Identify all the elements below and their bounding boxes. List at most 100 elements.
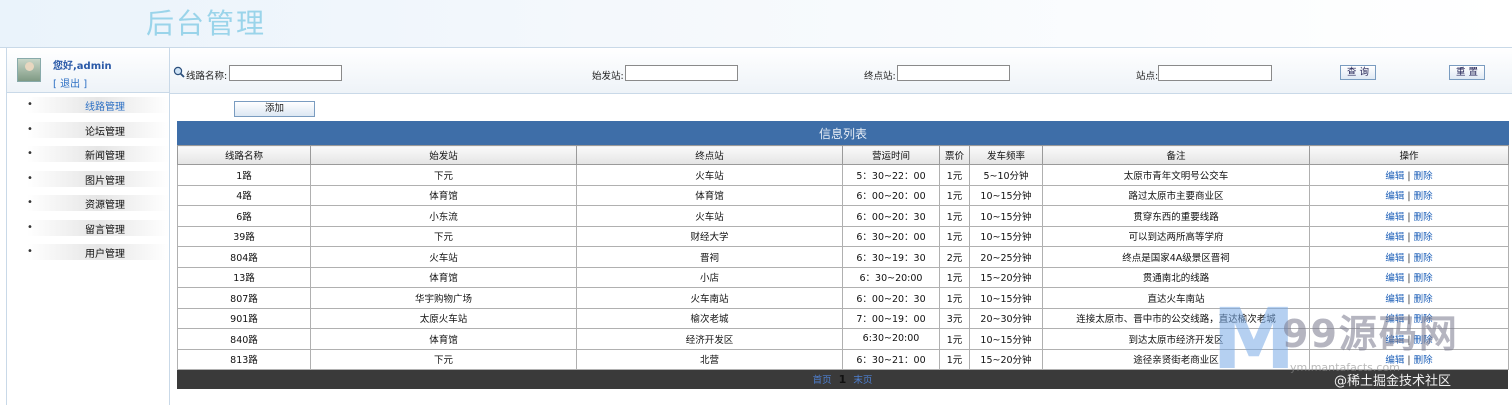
- table-cell: 榆次老城: [576, 307, 843, 329]
- edit-link[interactable]: 编辑: [1385, 232, 1404, 243]
- edit-link[interactable]: 编辑: [1385, 191, 1404, 202]
- column-header: 发车频率: [969, 145, 1043, 165]
- delete-link[interactable]: 删除: [1414, 212, 1433, 223]
- main-content: 线路名称: 始发站: 终点站: 站点: 查 询 重 置 添加 信息列表 线路名称…: [170, 48, 1512, 405]
- route-name-label: 线路名称:: [186, 71, 228, 82]
- table-row: 6路 小东流 火车站 6：00~20：30 1元 10~15分钟 贯穿东西的重要线路 编辑 | 删…: [177, 205, 1509, 227]
- edit-link[interactable]: 编辑: [1385, 273, 1404, 284]
- table-cell: 火车站: [576, 205, 843, 227]
- delete-link[interactable]: 删除: [1414, 355, 1433, 366]
- table-cell: 4路: [177, 184, 311, 206]
- logout-link[interactable]: [ 退出 ]: [53, 75, 87, 90]
- table-cell: 6：00~20：30: [842, 205, 940, 227]
- last-page-link[interactable]: 末页: [853, 375, 872, 386]
- sidebar-item[interactable]: • 图片管理: [7, 167, 169, 191]
- delete-link[interactable]: 删除: [1414, 294, 1433, 305]
- table-cell: 贯穿东西的重要线路: [1042, 205, 1310, 227]
- add-button[interactable]: 添加: [234, 101, 315, 117]
- edit-link[interactable]: 编辑: [1385, 212, 1404, 223]
- sidebar-item[interactable]: • 新闻管理: [7, 142, 169, 167]
- table-cell: 7：00~19：00: [842, 307, 940, 329]
- table-cell: 下元: [310, 348, 577, 370]
- actions-cell: 编辑 | 删除: [1309, 328, 1509, 350]
- action-separator: |: [1407, 355, 1411, 367]
- table-cell: 807路: [177, 287, 311, 309]
- table-cell: 1元: [939, 328, 970, 350]
- actions-cell: 编辑 | 删除: [1309, 184, 1509, 206]
- edit-link[interactable]: 编辑: [1385, 171, 1404, 182]
- table-cell: 1元: [939, 287, 970, 309]
- delete-link[interactable]: 删除: [1414, 273, 1433, 284]
- edit-link[interactable]: 编辑: [1385, 355, 1404, 366]
- table-cell: 10~15分钟: [969, 205, 1043, 227]
- action-separator: |: [1407, 191, 1411, 203]
- sidebar-item[interactable]: • 留言管理: [7, 216, 169, 240]
- search-icon: [173, 66, 185, 78]
- delete-link[interactable]: 删除: [1414, 314, 1433, 325]
- current-page: 1: [838, 373, 847, 386]
- table-row: 901路 太原火车站 榆次老城 7：00~19：00 3元 20~30分钟 连接太原市、晋中…: [177, 307, 1509, 329]
- table-row: 813路 下元 北营 6：30~21：00 1元 15~20分钟 途径亲贤街老商业区 编辑 | 删…: [177, 348, 1509, 370]
- pager: 首页 1 末页: [177, 370, 1508, 389]
- search-bar: 线路名称: 始发站: 终点站: 站点: 查 询 重 置: [170, 48, 1512, 94]
- edit-link[interactable]: 编辑: [1385, 335, 1404, 346]
- table-cell: 5：30~22：00: [842, 164, 940, 186]
- table-cell: 20~30分钟: [969, 307, 1043, 329]
- start-station-input[interactable]: [625, 65, 738, 81]
- delete-link[interactable]: 删除: [1414, 191, 1433, 202]
- table-cell: 6：30~19：30: [842, 246, 940, 268]
- table-cell: 6：00~20：00: [842, 184, 940, 206]
- bullet-icon: •: [27, 123, 33, 135]
- sidebar-item[interactable]: • 资源管理: [7, 191, 169, 216]
- table-cell: 1元: [939, 184, 970, 206]
- column-header: 票价: [939, 145, 970, 165]
- table-cell: 贯通南北的线路: [1042, 266, 1310, 288]
- edit-link[interactable]: 编辑: [1385, 314, 1404, 325]
- table-row: 4路 体育馆 体育馆 6：00~20：00 1元 10~15分钟 路过太原市主要商业区 编辑 |…: [177, 184, 1509, 206]
- reset-button[interactable]: 重 置: [1449, 65, 1485, 80]
- table-cell: 10~15分钟: [969, 287, 1043, 309]
- first-page-link[interactable]: 首页: [813, 375, 832, 386]
- table-cell: 火车站: [576, 164, 843, 186]
- actions-cell: 编辑 | 删除: [1309, 164, 1509, 186]
- table-cell: 901路: [177, 307, 311, 329]
- table-row: 807路 华宇购物广场 火车南站 6：00~20：30 1元 10~15分钟 直达火车南站编…: [177, 287, 1509, 309]
- edit-link[interactable]: 编辑: [1385, 294, 1404, 305]
- column-header: 备注: [1042, 145, 1310, 165]
- table-cell: 体育馆: [310, 266, 577, 288]
- route-name-input[interactable]: [229, 65, 342, 81]
- table-cell: 6：30~21：00: [842, 348, 940, 370]
- table-row: 13路 体育馆 小店 6：30~20:00 1元 15~20分钟 贯通南北的线路 编辑 | 删除: [177, 266, 1509, 288]
- delete-link[interactable]: 删除: [1414, 253, 1433, 264]
- column-header: 始发站: [310, 145, 577, 165]
- action-separator: |: [1407, 314, 1411, 326]
- column-header: 终点站: [576, 145, 843, 165]
- table-cell: 太原市青年文明号公交车: [1042, 164, 1310, 186]
- user-greeting: 您好,admin: [53, 61, 112, 72]
- actions-cell: 编辑 | 删除: [1309, 205, 1509, 227]
- query-button[interactable]: 查 询: [1340, 65, 1376, 80]
- action-separator: |: [1407, 273, 1411, 285]
- table-cell: 终点是国家4A级景区晋祠: [1042, 246, 1310, 268]
- table-cell: 6：00~20：30: [842, 287, 940, 309]
- sidebar-item-label: 图片管理: [85, 175, 125, 187]
- edit-link[interactable]: 编辑: [1385, 253, 1404, 264]
- sidebar-item-label: 用户管理: [85, 249, 125, 260]
- sidebar-item[interactable]: • 用户管理: [7, 240, 169, 265]
- stop-input[interactable]: [1158, 65, 1272, 81]
- actions-cell: 编辑 | 删除: [1309, 225, 1509, 247]
- table-cell: 可以到达两所高等学府: [1042, 225, 1310, 247]
- sidebar-item[interactable]: • 论坛管理: [7, 118, 169, 142]
- column-header: 营运时间: [842, 145, 940, 165]
- table-cell: 20~25分钟: [969, 246, 1043, 268]
- end-station-input[interactable]: [897, 65, 1010, 81]
- stop-label: 站点:: [1136, 71, 1159, 82]
- delete-link[interactable]: 删除: [1414, 232, 1433, 243]
- delete-link[interactable]: 删除: [1414, 335, 1433, 346]
- delete-link[interactable]: 删除: [1414, 171, 1433, 182]
- column-header: 线路名称: [177, 145, 311, 165]
- table-cell: 下元: [310, 225, 577, 247]
- sidebar-item[interactable]: • 线路管理: [7, 93, 169, 118]
- actions-cell: 编辑 | 删除: [1309, 266, 1509, 288]
- table-cell: 途径亲贤街老商业区: [1042, 348, 1310, 370]
